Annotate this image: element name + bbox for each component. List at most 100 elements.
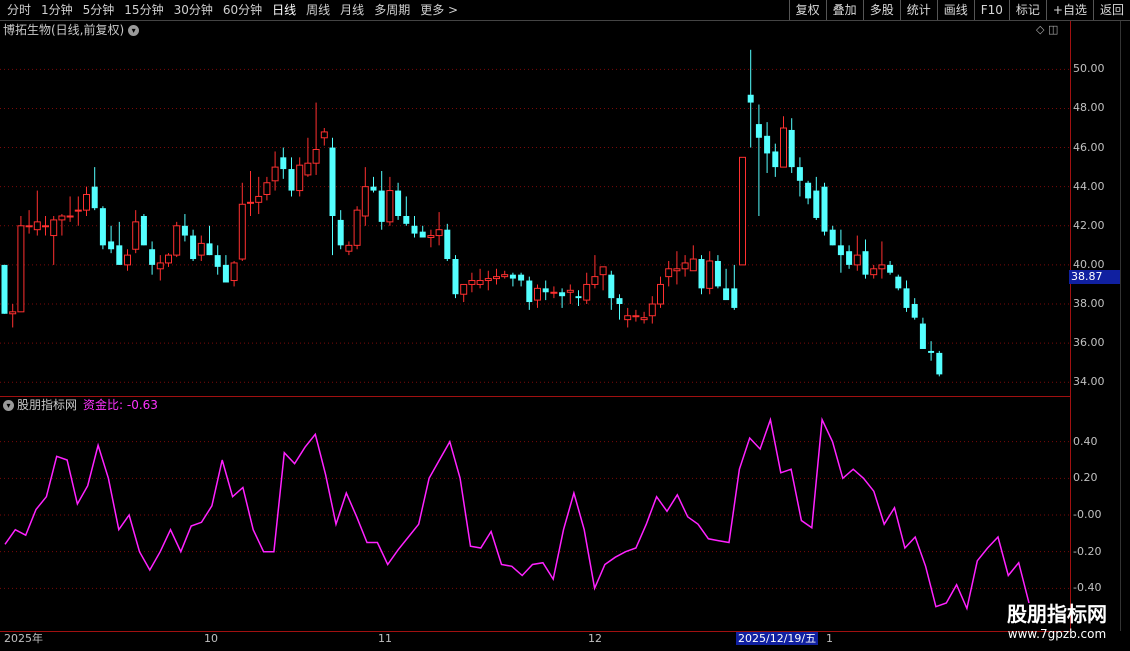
candle-body-up <box>460 283 468 295</box>
candle-body-up <box>304 162 312 176</box>
candle-body-up <box>83 193 90 211</box>
candle-body-down <box>723 288 730 301</box>
candle-body-up <box>230 262 238 282</box>
candle-body-down <box>149 249 156 265</box>
candle-body-down <box>559 292 566 297</box>
watermark: 股朋指标网 www.7gpzb.com <box>984 602 1130 650</box>
date-axis <box>0 631 1070 651</box>
candle-body-up <box>599 266 607 276</box>
price-tick-label: 38.00 <box>1073 297 1105 310</box>
candle-body-up <box>550 291 558 294</box>
candle-body-down <box>919 323 926 349</box>
toolbar-button-8[interactable]: 返回 <box>1092 0 1130 20</box>
candle-body-down <box>288 169 295 191</box>
indicator-tick-label: -0.00 <box>1073 508 1102 521</box>
candle-body-up <box>648 303 656 317</box>
watermark-title: 股朋指标网 <box>1007 602 1107 626</box>
candle-body-down <box>895 276 902 289</box>
candle-body-up <box>165 254 172 264</box>
candle-body-up <box>468 280 476 285</box>
price-tick-label: 34.00 <box>1073 375 1105 389</box>
candle-body-down <box>928 350 935 353</box>
candle-body-up <box>534 287 541 301</box>
candle-body-down <box>370 186 377 191</box>
candle-body-down <box>280 157 287 170</box>
candle-body-up <box>853 254 861 266</box>
candle-body-up <box>435 229 443 237</box>
price-tick-label: 48.00 <box>1073 101 1105 115</box>
candle-body-down <box>698 259 705 289</box>
candle-body-down <box>222 264 229 283</box>
candle-body-down <box>805 182 812 199</box>
candle-body-up <box>132 221 140 250</box>
side-panel-strip <box>1120 21 1130 631</box>
candle-body-up <box>312 149 320 164</box>
candle-body-up <box>66 215 74 218</box>
candle-body-down <box>616 298 623 304</box>
candle-body-up <box>197 242 205 256</box>
candle-body-up <box>640 317 648 321</box>
candle-body-down <box>608 274 615 299</box>
candle-body-down <box>419 231 426 238</box>
chart-canvas[interactable] <box>0 0 1070 631</box>
candle-body-up <box>156 262 164 270</box>
candle-body-down <box>903 288 910 308</box>
candle-body-up <box>33 221 41 231</box>
candle-body-up <box>566 289 574 293</box>
indicator-tick-label: 0.20 <box>1073 471 1098 485</box>
candle-body-down <box>518 274 525 281</box>
candle-body-up <box>780 127 787 168</box>
candle-body-down <box>108 241 115 250</box>
candle-body-up <box>706 260 714 289</box>
candle-body-up <box>9 311 17 315</box>
candle-body-up <box>878 264 886 270</box>
candle-body-down <box>190 235 197 260</box>
candle-body-down <box>395 190 402 216</box>
candle-body-down <box>378 190 385 222</box>
candle-body-up <box>361 186 369 217</box>
price-tick-label: 44.00 <box>1073 179 1105 193</box>
candle-body-down <box>452 259 459 295</box>
candle-body-up <box>17 225 25 313</box>
date-tick-label: 10 <box>204 632 218 645</box>
candle-body-down <box>509 274 516 279</box>
candle-body-up <box>173 225 181 256</box>
candle-body-down <box>337 219 344 246</box>
candle-body-down <box>837 245 844 256</box>
candle-body-up <box>681 262 689 270</box>
candle-body-up <box>58 215 66 221</box>
date-tick-label: 2025年 <box>4 632 43 645</box>
candle-body-up <box>665 268 673 278</box>
candle-body-up <box>74 209 82 212</box>
candle-body-down <box>846 251 853 265</box>
candle-body-down <box>542 288 549 293</box>
candle-body-down <box>116 245 123 265</box>
candle-body-down <box>411 225 418 234</box>
candle-body-up <box>271 166 279 182</box>
chevron-down-icon[interactable]: ▾ <box>3 400 14 411</box>
candle-body-down <box>772 151 779 168</box>
candle-body-up <box>42 225 49 228</box>
candle-body-down <box>821 186 828 232</box>
candle-body-up <box>632 315 640 318</box>
candle-body-up <box>476 280 484 285</box>
candle-body-up <box>673 268 681 272</box>
candle-body-up <box>870 268 878 276</box>
candle-body-up <box>484 278 492 282</box>
candle-body-down <box>99 208 106 246</box>
price-tick-label: 36.00 <box>1073 336 1105 350</box>
candle-body-down <box>731 288 738 308</box>
current-price-tag: 38.87 <box>1069 270 1120 284</box>
candle-body-down <box>91 186 98 209</box>
crosshair-date-label: 2025/12/19/五 <box>736 632 819 645</box>
candle-body-down <box>214 255 221 267</box>
candle-body-up <box>25 225 33 228</box>
candle-body-down <box>714 260 721 287</box>
candle-body-down <box>329 147 336 216</box>
price-tick-label: 50.00 <box>1073 62 1105 76</box>
date-tick-label: 12 <box>588 632 602 645</box>
candle-body-up <box>657 283 664 305</box>
fund-ratio-value: 资金比: -0.63 <box>83 398 158 412</box>
candle-body-down <box>747 94 754 103</box>
candle-body-down <box>813 190 820 218</box>
